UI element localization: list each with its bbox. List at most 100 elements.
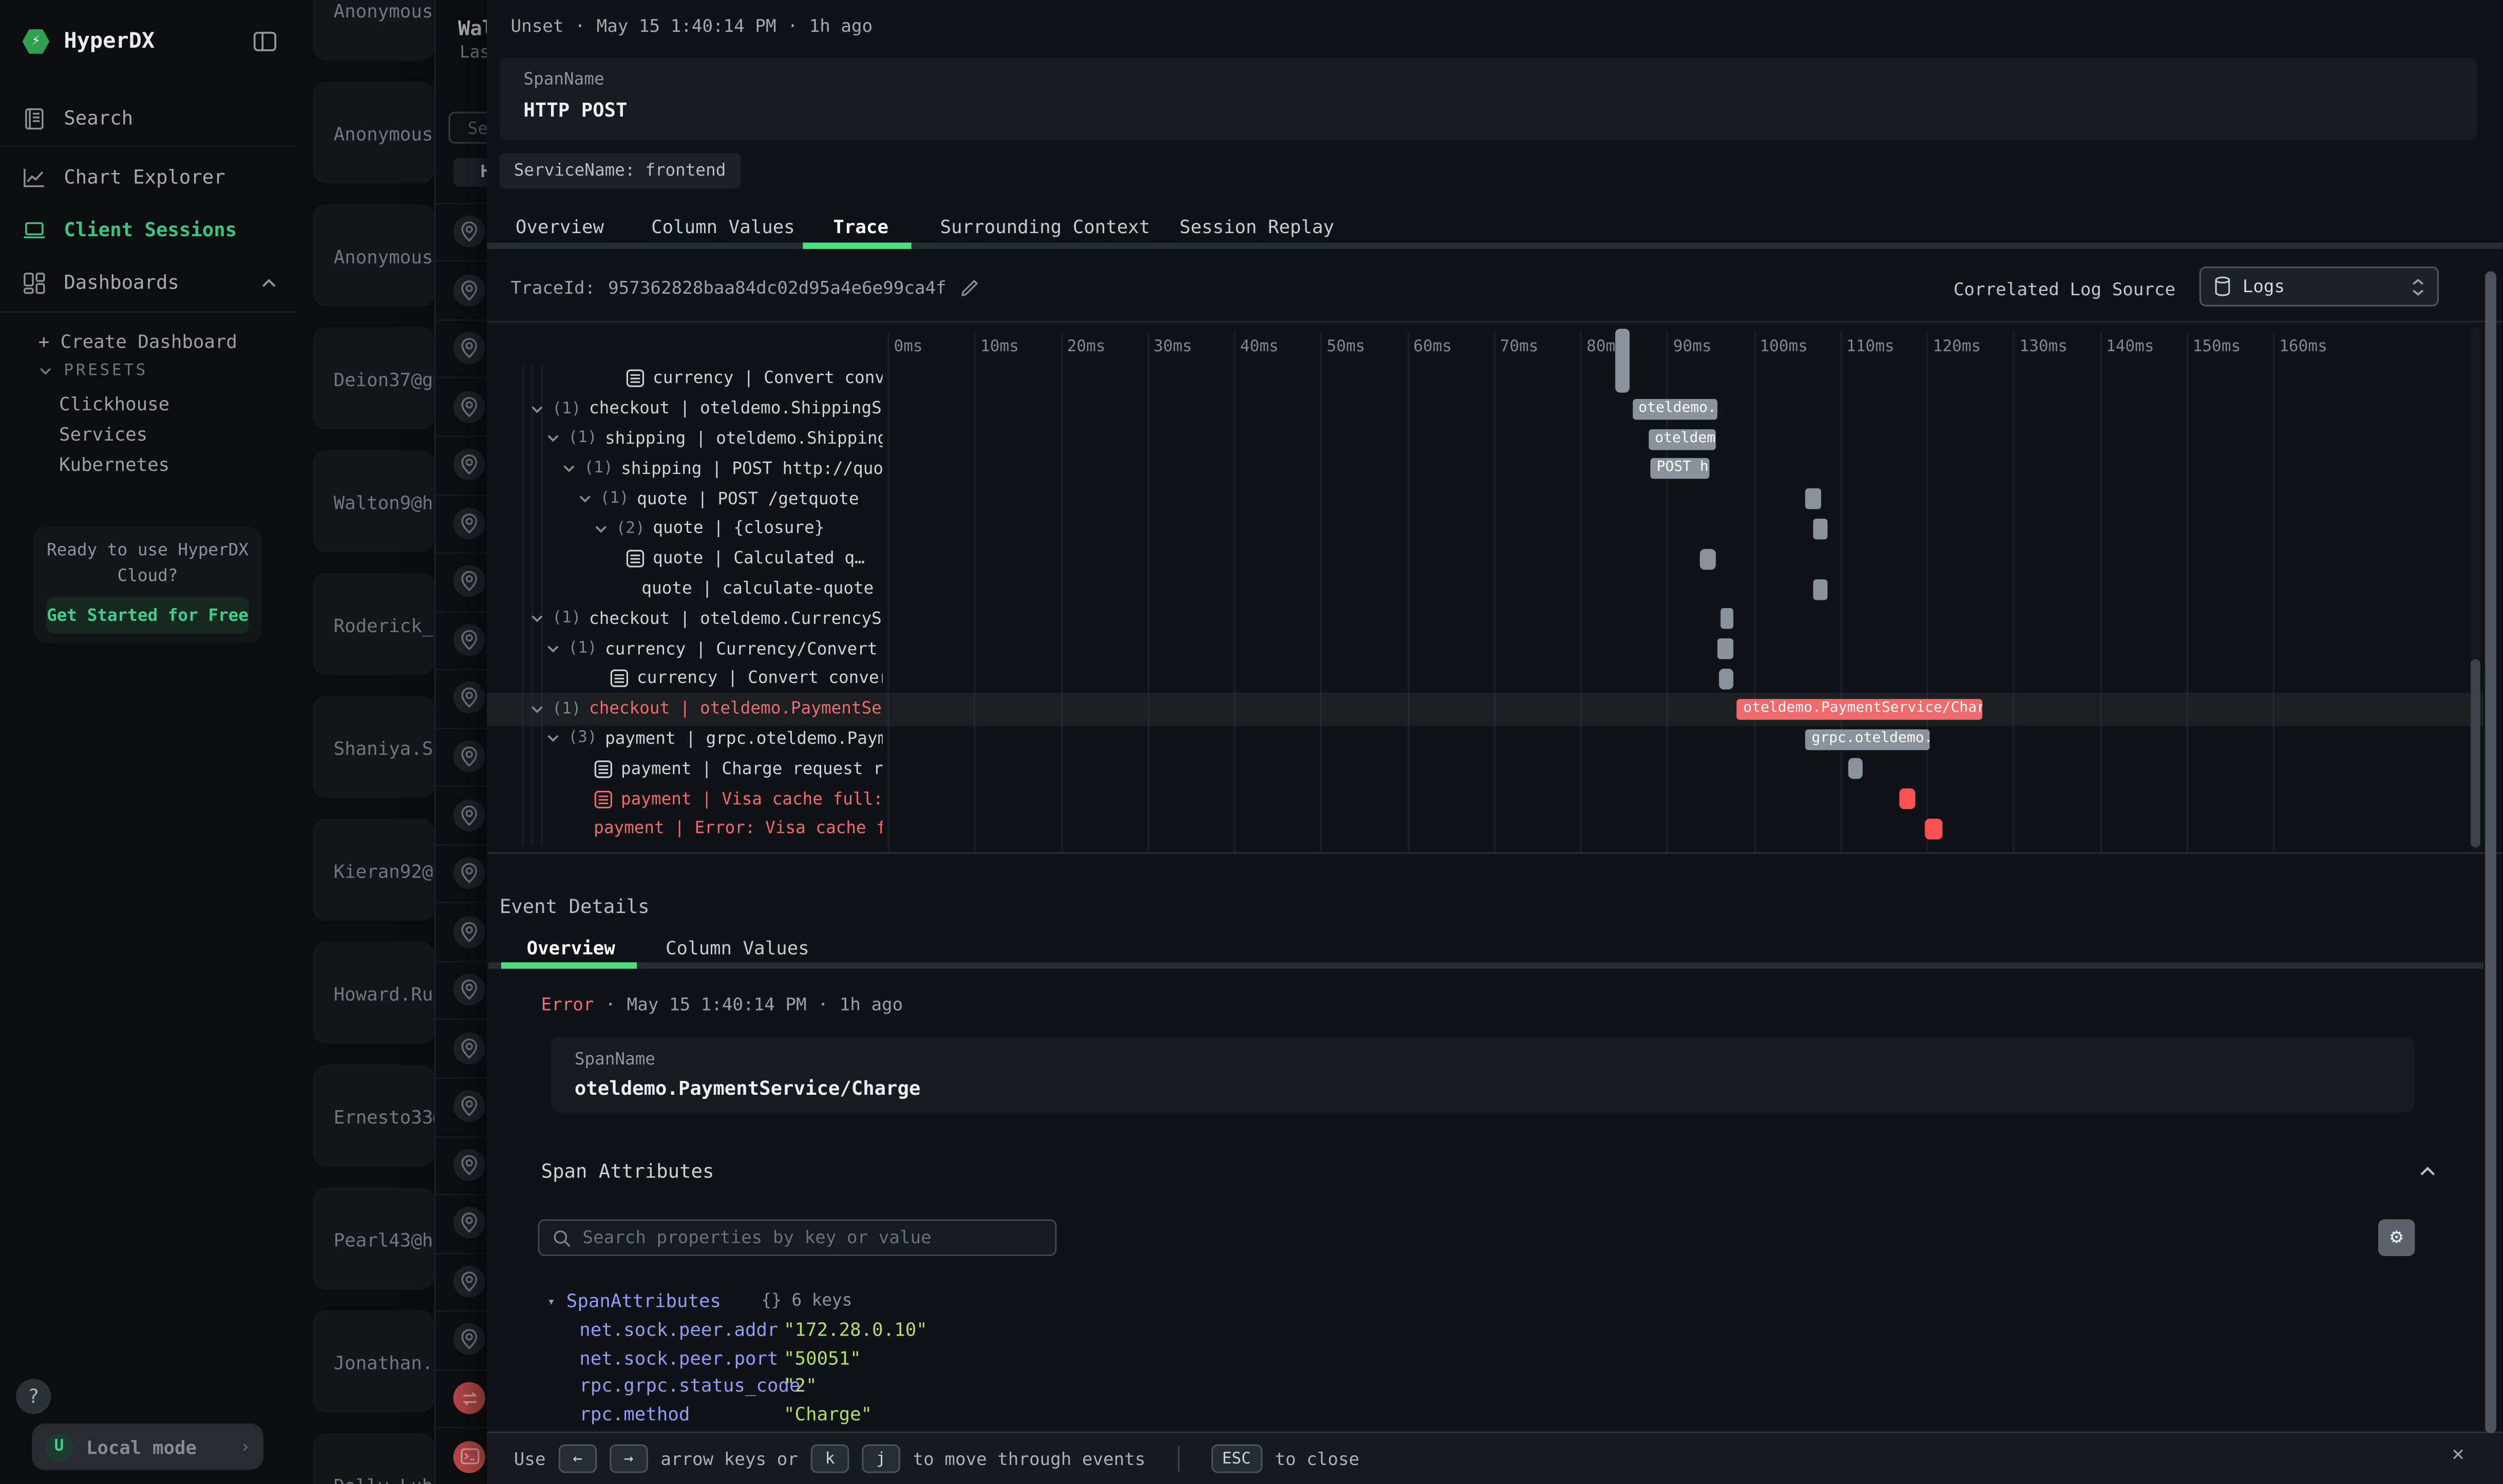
sidebar-item-search[interactable]: Search (23, 101, 278, 136)
attribute-value[interactable]: "2" (784, 1374, 817, 1397)
attribute-key[interactable]: net.sock.peer.addr (579, 1318, 778, 1341)
location-pin-icon[interactable] (453, 857, 485, 889)
location-pin-icon[interactable] (453, 1265, 485, 1297)
session-list-item[interactable]: Ernesto33@ (313, 1064, 434, 1167)
chevron-down-icon[interactable] (578, 492, 592, 506)
location-pin-icon[interactable] (453, 332, 485, 364)
session-list-item[interactable]: Roderick_S (313, 573, 434, 675)
preset-item[interactable]: Kubernetes (59, 453, 169, 476)
attribute-key[interactable]: net.sock.peer.port (579, 1346, 778, 1369)
span-duration-bar[interactable]: POST ht (1650, 459, 1709, 479)
location-pin-icon[interactable] (453, 974, 485, 1005)
chevron-down-icon[interactable] (530, 702, 544, 716)
location-pin-icon[interactable] (453, 1207, 485, 1239)
waterfall-row[interactable]: (1)checkout | oteldemo.PaymentServi… (487, 694, 883, 724)
chevron-up-icon[interactable] (260, 274, 278, 291)
location-pin-icon[interactable] (453, 1324, 485, 1356)
waterfall-row[interactable]: currency | Convert convers… (487, 364, 883, 394)
chevron-down-icon[interactable] (546, 432, 560, 446)
tab-column-values[interactable]: Column Values (651, 216, 795, 238)
attribute-value[interactable]: "172.28.0.10" (784, 1318, 927, 1341)
span-duration-bar[interactable] (1718, 638, 1733, 659)
location-pin-icon[interactable] (453, 916, 485, 947)
waterfall-row[interactable]: quote | calculate-quote (487, 574, 883, 604)
waterfall-row[interactable]: (3)payment | grpc.oteldemo.Paymen… (487, 724, 883, 754)
waterfall-row[interactable]: (2)quote | {closure} (487, 514, 883, 544)
span-duration-bar[interactable] (1720, 608, 1733, 629)
location-pin-icon[interactable] (453, 390, 485, 422)
location-pin-icon[interactable] (453, 740, 485, 772)
tab-column-values[interactable]: Column Values (666, 937, 809, 959)
attribute-value[interactable]: "50051" (784, 1346, 861, 1369)
span-duration-bar[interactable] (1813, 519, 1828, 539)
tab-surrounding-context[interactable]: Surrounding Context (940, 216, 1150, 238)
span-event-marker[interactable] (1719, 669, 1734, 689)
chevron-down-icon[interactable] (546, 732, 560, 746)
span-duration-bar[interactable]: oteldemo.PaymentService/Char (1737, 698, 1982, 719)
waterfall-row[interactable]: payment | Visa cache full: c… (487, 784, 883, 814)
sidebar-collapse-icon[interactable] (252, 29, 278, 54)
correlated-log-source-select[interactable]: Logs (2199, 267, 2439, 307)
location-pin-icon[interactable] (453, 1149, 485, 1181)
sidebar-item-dashboards[interactable]: Dashboards (23, 265, 278, 300)
waterfall-row[interactable]: (1)shipping | oteldemo.Shipping… (487, 424, 883, 453)
span-event-marker[interactable] (1848, 758, 1863, 779)
span-event-marker[interactable] (1700, 548, 1715, 569)
preset-item[interactable]: Clickhouse (59, 393, 169, 415)
tab-trace[interactable]: Trace (833, 216, 888, 238)
span-duration-bar[interactable]: oteldemo.Sh (1632, 398, 1717, 419)
session-list-item[interactable]: Anonymous (313, 204, 434, 307)
waterfall-row[interactable]: payment | Error: Visa cache ful… (487, 814, 883, 844)
waterfall-row[interactable]: (1)currency | Currency/Convert (487, 634, 883, 663)
session-list-item[interactable]: Howard.Ru (313, 942, 434, 1044)
waterfall-row[interactable]: (1)checkout | oteldemo.ShippingSe… (487, 394, 883, 424)
session-list-item[interactable]: Kieran92@h (313, 819, 434, 921)
session-list-item[interactable]: Shaniya.Sc (313, 696, 434, 798)
session-list-item[interactable]: Pearl43@hc (313, 1187, 434, 1289)
waterfall-row[interactable]: quote | Calculated q… (487, 544, 883, 574)
chevron-down-icon[interactable] (530, 612, 544, 626)
panel-scrollbar-thumb[interactable] (2485, 271, 2496, 1433)
span-duration-bar[interactable]: grpc.oteldemo. (1805, 729, 1929, 749)
location-pin-icon[interactable] (453, 624, 485, 656)
sidebar-item-client-sessions[interactable]: Client Sessions (23, 212, 278, 247)
span-duration-bar[interactable] (1813, 579, 1828, 599)
create-dashboard-button[interactable]: + Create Dashboard (39, 330, 237, 353)
attributes-root-row[interactable]: ▾ SpanAttributes (547, 1289, 721, 1312)
presets-section[interactable]: PRESETS (39, 363, 148, 380)
location-pin-icon[interactable] (453, 1091, 485, 1122)
span-event-marker[interactable] (1900, 789, 1916, 809)
exchange-icon[interactable] (453, 1382, 485, 1414)
close-icon[interactable]: ✕ (2452, 1443, 2464, 1467)
account-menu[interactable]: U Local mode › (32, 1423, 263, 1470)
edit-pencil-icon[interactable] (959, 278, 980, 298)
location-pin-icon[interactable] (453, 216, 485, 248)
waterfall-row[interactable]: payment | Charge request rec… (487, 754, 883, 784)
waterfall-row[interactable]: (1)checkout | oteldemo.CurrencySe… (487, 604, 883, 634)
location-pin-icon[interactable] (453, 682, 485, 714)
service-name-chip[interactable]: ServiceName: frontend (500, 153, 741, 188)
span-event-marker[interactable] (1926, 819, 1942, 839)
attribute-key[interactable]: rpc.grpc.status_code (579, 1374, 800, 1397)
waterfall-row[interactable]: (1)quote | POST /getquote (487, 484, 883, 513)
chevron-down-icon[interactable] (546, 642, 560, 656)
waterfall-scrollbar-thumb[interactable] (2471, 659, 2480, 848)
collapse-section-icon[interactable] (2418, 1162, 2437, 1181)
tab-overview[interactable]: Overview (516, 216, 604, 238)
tab-overview[interactable]: Overview (527, 937, 615, 959)
gear-icon[interactable]: ⚙ (2378, 1220, 2415, 1256)
span-duration-bar[interactable] (1805, 488, 1822, 509)
chevron-down-icon[interactable] (562, 462, 576, 476)
location-pin-icon[interactable] (453, 1032, 485, 1064)
waterfall-row[interactable]: (1)shipping | POST http://quo… (487, 454, 883, 484)
panel-scrollbar-track[interactable] (2485, 0, 2496, 1484)
chevron-down-icon[interactable] (530, 402, 544, 416)
session-list-item[interactable]: Anonymous (313, 0, 434, 61)
get-started-button[interactable]: Get Started for Free (46, 597, 249, 633)
attribute-key[interactable]: rpc.method (579, 1402, 690, 1424)
help-button[interactable]: ? (16, 1379, 51, 1414)
session-list-item[interactable]: Walton9@ho (313, 450, 434, 552)
terminal-icon[interactable] (453, 1440, 485, 1472)
session-list-item[interactable]: Anonymous (313, 82, 434, 184)
location-pin-icon[interactable] (453, 799, 485, 831)
